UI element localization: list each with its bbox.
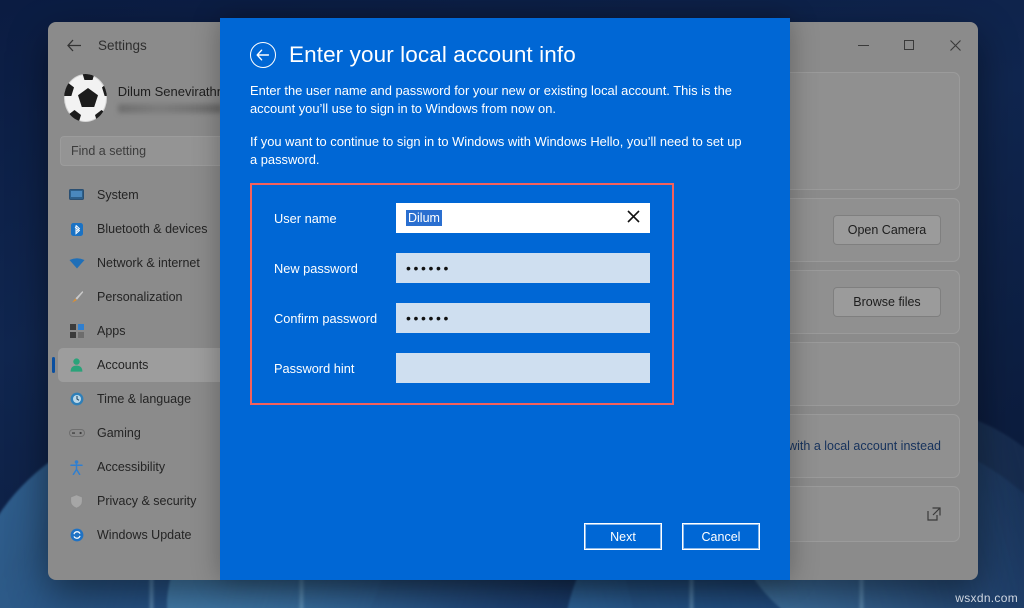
profile-email-blurred [118,104,222,113]
settings-sidebar: Dilum Senevirathn Find a setting System [48,68,240,580]
dialog-actions: Next Cancel [584,523,760,550]
sidebar-item-windows-update[interactable]: Windows Update [58,518,230,552]
confirm-password-value: •••••• [406,310,451,326]
profile-name: Dilum Senevirathn [118,84,224,99]
sidebar-item-label: Time & language [97,392,191,406]
screen: Settings [0,0,1024,608]
next-button-label: Next [585,524,661,549]
sidebar-item-accessibility[interactable]: Accessibility [58,450,230,484]
password-hint-label: Password hint [274,361,396,376]
user-name-label: User name [274,211,396,226]
monitor-icon [68,187,85,204]
external-link-icon[interactable] [927,507,941,521]
local-account-link-label: with a local account instead [788,439,941,453]
paintbrush-icon [68,289,85,306]
person-icon [68,357,85,374]
browse-files-label: Browse files [853,295,920,309]
user-name-input[interactable]: Dilum [396,203,650,233]
local-account-dialog[interactable]: Enter your local account info Enter the … [220,18,790,580]
form-row-new-password: New password •••••• [274,253,650,283]
dialog-paragraph-2: If you want to continue to sign in to Wi… [250,133,742,170]
gamepad-icon [68,425,85,442]
open-camera-button[interactable]: Open Camera [833,215,941,245]
sidebar-item-privacy-security[interactable]: Privacy & security [58,484,230,518]
back-arrow-circle-icon[interactable] [250,42,276,68]
sidebar-item-label: System [97,188,139,202]
sidebar-item-label: Gaming [97,426,141,440]
soccer-ball-avatar [64,74,107,122]
apps-icon [68,323,85,340]
cancel-button-label: Cancel [683,524,759,549]
dialog-title: Enter your local account info [289,42,576,68]
search-placeholder: Find a setting [71,144,146,158]
search-input[interactable]: Find a setting [60,136,228,166]
close-x-icon[interactable] [627,210,640,226]
watermark: wsxdn.com [955,591,1018,605]
accessibility-icon [68,459,85,476]
user-profile[interactable]: Dilum Senevirathn [56,68,232,136]
sidebar-item-label: Personalization [97,290,182,304]
sidebar-item-personalization[interactable]: Personalization [58,280,230,314]
sidebar-nav: System Bluetooth & devices N [56,178,232,552]
clock-icon [68,391,85,408]
browse-files-button[interactable]: Browse files [833,287,941,317]
open-camera-label: Open Camera [848,223,927,237]
sidebar-item-bluetooth-devices[interactable]: Bluetooth & devices [58,212,230,246]
sidebar-item-label: Accessibility [97,460,165,474]
minimize-icon[interactable] [840,22,886,68]
shield-icon [68,493,85,510]
confirm-password-input[interactable]: •••••• [396,303,650,333]
sidebar-item-apps[interactable]: Apps [58,314,230,348]
update-icon [68,527,85,544]
settings-window-title: Settings [98,38,147,53]
next-button[interactable]: Next [584,523,662,550]
confirm-password-label: Confirm password [274,311,396,326]
close-icon[interactable] [932,22,978,68]
sidebar-item-label: Privacy & security [97,494,196,508]
settings-back-icon[interactable] [58,29,90,61]
sidebar-item-label: Network & internet [97,256,200,270]
sidebar-item-time-language[interactable]: Time & language [58,382,230,416]
new-password-label: New password [274,261,396,276]
maximize-icon[interactable] [886,22,932,68]
account-form-highlight: User name Dilum New password •••••• [250,183,674,405]
new-password-value: •••••• [406,260,451,276]
form-row-confirm-password: Confirm password •••••• [274,303,650,333]
sidebar-item-gaming[interactable]: Gaming [58,416,230,450]
new-password-input[interactable]: •••••• [396,253,650,283]
dialog-paragraph-1: Enter the user name and password for you… [250,82,742,119]
dialog-header: Enter your local account info [250,42,760,68]
form-row-user-name: User name Dilum [274,203,650,233]
sidebar-item-accounts[interactable]: Accounts [58,348,230,382]
form-row-password-hint: Password hint [274,353,650,383]
window-controls [840,22,978,68]
sidebar-item-network-internet[interactable]: Network & internet [58,246,230,280]
bluetooth-icon [68,221,85,238]
sidebar-item-label: Apps [97,324,126,338]
wifi-icon [68,255,85,272]
sidebar-item-label: Accounts [97,358,148,372]
sidebar-item-system[interactable]: System [58,178,230,212]
user-name-value: Dilum [406,210,442,226]
cancel-button[interactable]: Cancel [682,523,760,550]
sidebar-item-label: Bluetooth & devices [97,222,208,236]
password-hint-input[interactable] [396,353,650,383]
sidebar-item-label: Windows Update [97,528,192,542]
